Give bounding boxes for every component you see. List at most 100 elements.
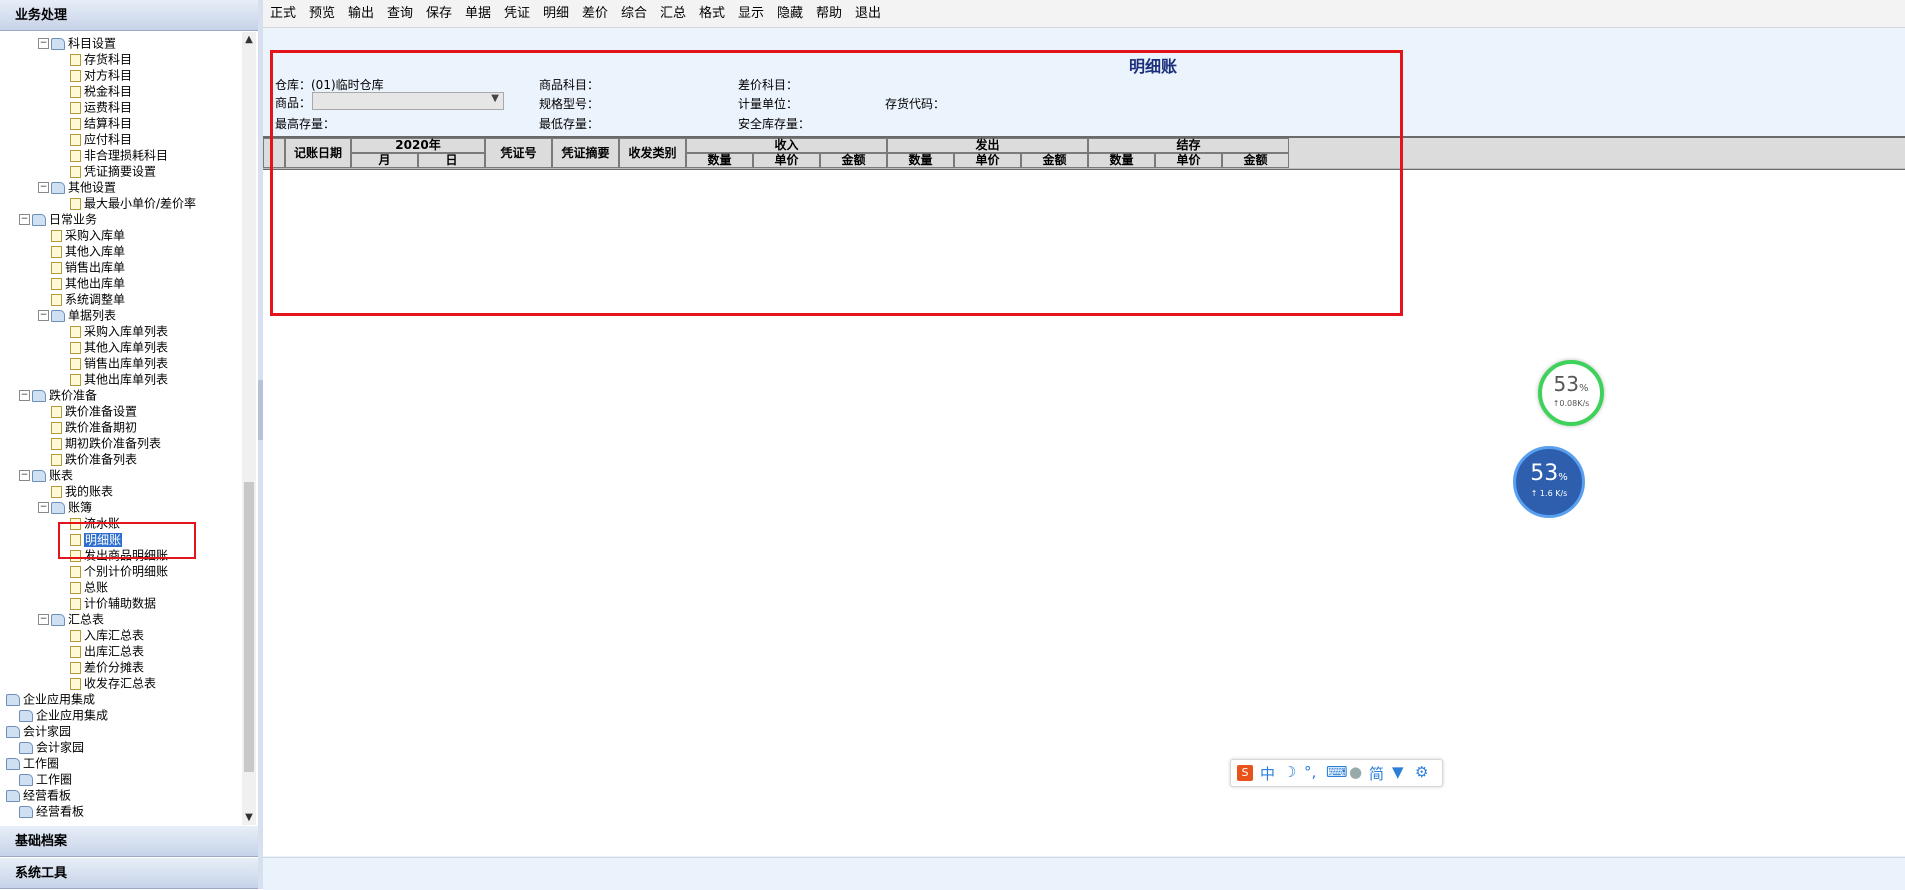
network-speed-widget[interactable]: 53% ↑0.08K/s <box>1538 360 1604 426</box>
tree-node[interactable]: 其他出库单列表 <box>70 371 168 387</box>
tree-node[interactable]: − 账表 <box>19 467 73 483</box>
toolbar-button[interactable]: 明细 <box>540 4 572 23</box>
tree-node[interactable]: 工作圈 <box>6 755 59 771</box>
ime-logo-icon[interactable]: S <box>1237 765 1253 781</box>
tree-node[interactable]: 计价辅助数据 <box>70 595 156 611</box>
main-area: 正式 预览 输出 查询 保存 单据 凭证 明细 差价 综合 汇总 格式 显示 隐藏 帮助 退出 明细账 仓库：… <box>263 0 1905 890</box>
tree-node[interactable]: 结算科目 <box>70 115 132 131</box>
toolbar-button[interactable]: 显示 <box>735 4 767 23</box>
tree-node[interactable]: 系统调整单 <box>51 291 125 307</box>
toolbar-button[interactable]: 退出 <box>852 4 884 23</box>
document-icon <box>51 453 62 466</box>
tree-node[interactable]: 其他入库单 <box>51 243 125 259</box>
tree-node[interactable]: 其他入库单列表 <box>70 339 168 355</box>
folder-icon <box>19 805 33 818</box>
tree-scrollbar[interactable]: ▲ ▼ <box>242 32 256 825</box>
punctuation-icon[interactable]: °, <box>1304 763 1316 781</box>
panel-header-basic-files[interactable]: 基础档案 <box>0 826 258 857</box>
folder-icon <box>51 309 65 322</box>
tree-node[interactable]: 会计家园 <box>6 723 71 739</box>
ime-toolbar[interactable]: S 中 ☽ °, ⌨ ● 简 ▼ ⚙ <box>1230 759 1443 787</box>
tree-node[interactable]: − 科目设置 <box>38 35 116 51</box>
tree-node[interactable]: − 其他设置 <box>38 179 116 195</box>
tree-node[interactable]: − 汇总表 <box>38 611 104 627</box>
scroll-up-icon[interactable]: ▲ <box>242 34 256 45</box>
document-icon <box>51 245 62 258</box>
toolbar-button[interactable]: 预览 <box>306 4 338 23</box>
tree-node[interactable]: − 日常业务 <box>19 211 97 227</box>
tree-node[interactable]: 其他出库单 <box>51 275 125 291</box>
toolbar-button[interactable]: 保存 <box>423 4 455 23</box>
toolbar-button[interactable]: 查询 <box>384 4 416 23</box>
tree-node[interactable]: 个别计价明细账 <box>70 563 168 579</box>
toolbar-button[interactable]: 综合 <box>618 4 650 23</box>
tree-node[interactable]: 运费科目 <box>70 99 132 115</box>
toolbar-button[interactable]: 格式 <box>696 4 728 23</box>
collapse-toggle-icon[interactable]: − <box>38 614 49 625</box>
toolbar-button[interactable]: 汇总 <box>657 4 689 23</box>
panel-header-system-tools[interactable]: 系统工具 <box>0 858 258 889</box>
panel-header-business[interactable]: 业务处理 <box>0 0 258 31</box>
tree-node[interactable]: 凭证摘要设置 <box>70 163 156 179</box>
collapse-toggle-icon[interactable]: − <box>38 182 49 193</box>
tree-node[interactable]: 入库汇总表 <box>70 627 144 643</box>
tree-node[interactable]: 采购入库单 <box>51 227 125 243</box>
tree-node[interactable]: 出库汇总表 <box>70 643 144 659</box>
collapse-toggle-icon[interactable]: − <box>19 214 30 225</box>
collapse-toggle-icon[interactable]: − <box>38 502 49 513</box>
collapse-toggle-icon[interactable]: − <box>38 310 49 321</box>
tree-node[interactable]: 存货科目 <box>70 51 132 67</box>
tree-node[interactable]: 工作圈 <box>19 771 72 787</box>
tree-node[interactable]: 税金科目 <box>70 83 132 99</box>
tree-node[interactable]: 跌价准备期初 <box>51 419 137 435</box>
toolbar-button[interactable]: 隐藏 <box>774 4 806 23</box>
tree-node[interactable]: 期初跌价准备列表 <box>51 435 161 451</box>
tree-node-label: 工作圈 <box>36 772 73 787</box>
tree-node[interactable]: − 跌价准备 <box>19 387 97 403</box>
tree-node[interactable]: 收发存汇总表 <box>70 675 156 691</box>
toolbar-button[interactable]: 单据 <box>462 4 494 23</box>
collapse-toggle-icon[interactable]: − <box>38 38 49 49</box>
tree-node[interactable]: − 单据列表 <box>38 307 116 323</box>
tree-node-label: 税金科目 <box>84 84 133 99</box>
network-speed-ball[interactable]: 53% ↑ 1.6 K/s <box>1513 446 1585 518</box>
tree-node[interactable]: 采购入库单列表 <box>70 323 168 339</box>
status-bar <box>263 857 1905 890</box>
tree-node[interactable]: 差价分摊表 <box>70 659 144 675</box>
tree-node[interactable]: 最大最小单价/差价率 <box>70 195 196 211</box>
tree-node[interactable]: 跌价准备列表 <box>51 451 137 467</box>
user-icon[interactable]: ● <box>1349 763 1362 781</box>
keyboard-icon[interactable]: ⌨ <box>1326 763 1348 781</box>
tree-node[interactable]: 销售出库单 <box>51 259 125 275</box>
collapse-toggle-icon[interactable]: − <box>19 470 30 481</box>
toolbar-button[interactable]: 输出 <box>345 4 377 23</box>
tree-node[interactable]: 经营看板 <box>19 803 84 819</box>
tree-node[interactable]: 企业应用集成 <box>6 691 95 707</box>
gear-icon[interactable]: ⚙ <box>1415 763 1428 781</box>
tree-node[interactable]: 企业应用集成 <box>19 707 108 723</box>
document-icon <box>51 421 62 434</box>
tree-node-label: 凭证摘要设置 <box>84 164 157 179</box>
toolbar-button[interactable]: 差价 <box>579 4 611 23</box>
scroll-thumb[interactable] <box>244 482 254 772</box>
tree-node[interactable]: 总账 <box>70 579 108 595</box>
tree-node[interactable]: − 账簿 <box>38 499 92 515</box>
toolbar-button[interactable]: 正式 <box>267 4 299 23</box>
tree-node[interactable]: 对方科目 <box>70 67 132 83</box>
ime-simplified-toggle[interactable]: 简 <box>1369 763 1384 784</box>
tree-node[interactable]: 应付科目 <box>70 131 132 147</box>
tree-node[interactable]: 经营看板 <box>6 787 71 803</box>
skin-icon[interactable]: ▼ <box>1392 763 1404 781</box>
folder-icon <box>6 757 20 770</box>
tree-node[interactable]: 非合理损耗科目 <box>70 147 168 163</box>
tree-node[interactable]: 我的账表 <box>51 483 113 499</box>
toolbar-button[interactable]: 凭证 <box>501 4 533 23</box>
tree-node[interactable]: 会计家园 <box>19 739 84 755</box>
moon-icon[interactable]: ☽ <box>1283 763 1296 781</box>
toolbar-button[interactable]: 帮助 <box>813 4 845 23</box>
tree-node[interactable]: 跌价准备设置 <box>51 403 137 419</box>
scroll-down-icon[interactable]: ▼ <box>242 812 256 823</box>
tree-node[interactable]: 销售出库单列表 <box>70 355 168 371</box>
ime-mode-toggle[interactable]: 中 <box>1260 763 1275 784</box>
collapse-toggle-icon[interactable]: − <box>19 390 30 401</box>
